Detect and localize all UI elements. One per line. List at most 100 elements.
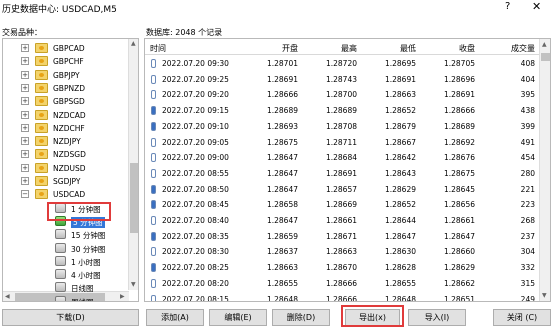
tree-timeframe-item[interactable]: 1 小时图: [3, 255, 129, 268]
bar-record-icon: [151, 278, 156, 288]
tree-folder[interactable]: + NZDJPY: [3, 135, 129, 148]
cell-vol: 249: [520, 294, 535, 302]
cell-close: 1.28692: [443, 137, 475, 147]
tree-vertical-scroll-thumb[interactable]: [130, 163, 138, 233]
expand-icon[interactable]: +: [21, 57, 29, 66]
history-data-table[interactable]: 时间 开盘 最高 最低 收盘 成交量 ▲ ▼ 2022.07.20 09:30 1.2870…: [144, 38, 551, 302]
table-row[interactable]: 2022.07.20 09:25 1.28691 1.28743 1.28691 1.2…: [145, 72, 540, 88]
tree-folder-label: GBPSGD: [53, 97, 85, 107]
folder-icon: [35, 136, 48, 147]
tree-folder-label: USDCAD: [53, 190, 86, 200]
cell-open: 1.28663: [266, 263, 298, 273]
cell-close: 1.28651: [443, 294, 475, 302]
table-row[interactable]: 2022.07.20 09:20 1.28666 1.28700 1.28663 1.2…: [145, 87, 540, 103]
table-row[interactable]: 2022.07.20 08:40 1.28647 1.28661 1.28644 1.2…: [145, 213, 540, 229]
header-high[interactable]: 最高: [301, 43, 357, 54]
tree-vertical-scrollbar[interactable]: ▲ ▼: [128, 39, 138, 290]
import-button[interactable]: 导入(I): [408, 309, 466, 326]
table-row[interactable]: 2022.07.20 09:30 1.28701 1.28720 1.28695 1.2…: [145, 56, 540, 72]
expand-icon[interactable]: +: [21, 83, 29, 92]
tree-timeframe-item[interactable]: 4 小时图: [3, 268, 129, 281]
download-button[interactable]: 下载(D): [2, 309, 139, 326]
tree-folder-label: GBPCAD: [53, 44, 85, 53]
expand-icon[interactable]: +: [21, 123, 29, 132]
tree-timeframe-item[interactable]: 日线图: [3, 281, 129, 294]
scroll-up-icon[interactable]: ▲: [542, 41, 547, 48]
table-row[interactable]: 2022.07.20 08:20 1.28655 1.28666 1.28655 1.2…: [145, 276, 540, 292]
bar-record-icon: [151, 137, 156, 147]
timeframe-icon: [55, 295, 66, 301]
highlight-box-5min: [47, 202, 111, 221]
cell-time: 2022.07.20 08:15: [162, 294, 229, 302]
tree-folder[interactable]: + GBPCAD: [3, 42, 129, 55]
table-row[interactable]: 2022.07.20 09:05 1.28675 1.28711 1.28667 1.2…: [145, 135, 540, 151]
header-open[interactable]: 开盘: [240, 43, 298, 54]
table-vertical-scrollbar[interactable]: ▲ ▼: [539, 39, 550, 301]
tree-folder[interactable]: + GBPJPY: [3, 69, 129, 82]
expand-icon[interactable]: +: [21, 110, 29, 119]
expand-icon[interactable]: +: [21, 137, 29, 146]
bar-record-icon: [151, 74, 156, 84]
table-row[interactable]: 2022.07.20 08:30 1.28637 1.28663 1.28630 1.2…: [145, 244, 540, 260]
edit-button[interactable]: 编辑(E): [209, 309, 267, 326]
cell-low: 1.28642: [384, 153, 416, 163]
expand-icon[interactable]: +: [21, 70, 29, 79]
tree-folder[interactable]: + GBPSGD: [3, 95, 129, 108]
expand-icon[interactable]: +: [21, 163, 29, 172]
expand-icon[interactable]: +: [21, 150, 29, 159]
cell-open: 1.28647: [266, 168, 298, 178]
tree-folder[interactable]: + GBPNZD: [3, 82, 129, 95]
tree-timeframe-item[interactable]: 周线图: [3, 295, 129, 301]
table-row[interactable]: 2022.07.20 09:10 1.28693 1.28708 1.28679 1.2…: [145, 119, 540, 135]
add-button[interactable]: 添加(A): [146, 309, 204, 326]
expand-icon[interactable]: +: [21, 97, 29, 106]
collapse-icon[interactable]: −: [21, 190, 29, 199]
cell-close: 1.28689: [443, 121, 475, 131]
cell-low: 1.28647: [384, 231, 416, 241]
cell-vol: 268: [520, 216, 535, 225]
table-row[interactable]: 2022.07.20 08:15 1.28648 1.28666 1.28648 1.2…: [145, 292, 540, 302]
table-row[interactable]: 2022.07.20 08:55 1.28647 1.28691 1.28643 1.2…: [145, 166, 540, 182]
tree-timeframe-label: 15 分钟图: [71, 231, 106, 241]
header-low[interactable]: 最低: [360, 43, 416, 54]
cell-close: 1.28696: [443, 74, 475, 84]
scroll-down-icon[interactable]: ▼: [542, 292, 547, 299]
cell-low: 1.28628: [384, 263, 416, 273]
bar-record-icon: [151, 294, 156, 301]
tree-folder-label: NZDSGD: [53, 150, 86, 160]
tree-folder[interactable]: − USDCAD: [3, 188, 129, 201]
header-close[interactable]: 收盘: [419, 43, 475, 54]
tree-folder[interactable]: + SGDJPY: [3, 175, 129, 188]
symbol-tree[interactable]: ▲ ▼ ◀ ▶ + GBPCAD + GBPCHF + GBPJPY + GBPNZD + GBP…: [2, 38, 139, 302]
expand-icon[interactable]: +: [21, 44, 29, 52]
cell-low: 1.28667: [384, 137, 416, 147]
expand-icon[interactable]: +: [21, 177, 29, 185]
close-button[interactable]: 关闭 (C): [493, 309, 551, 326]
cell-vol: 332: [520, 263, 535, 273]
scroll-down-icon[interactable]: ▼: [131, 281, 136, 288]
cell-close: 1.28675: [443, 168, 475, 178]
delete-button[interactable]: 删除(D): [272, 309, 330, 326]
tree-timeframe-item[interactable]: 30 分钟图: [3, 242, 129, 255]
cell-time: 2022.07.20 09:10: [162, 121, 229, 131]
tree-folder[interactable]: + NZDSGD: [3, 148, 129, 161]
table-row[interactable]: 2022.07.20 08:25 1.28663 1.28670 1.28628 1.2…: [145, 260, 540, 276]
table-row[interactable]: 2022.07.20 08:50 1.28647 1.28657 1.28629 1.2…: [145, 182, 540, 198]
header-time[interactable]: 时间: [150, 43, 210, 54]
tree-folder[interactable]: + NZDCHF: [3, 122, 129, 135]
close-window-button[interactable]: ✕: [532, 0, 541, 13]
table-vertical-scroll-thumb[interactable]: [541, 53, 550, 61]
table-row[interactable]: 2022.07.20 09:00 1.28647 1.28684 1.28642 1.2…: [145, 150, 540, 166]
header-volume[interactable]: 成交量: [478, 43, 535, 54]
folder-icon: [35, 149, 48, 160]
scroll-up-icon[interactable]: ▲: [131, 40, 136, 47]
tree-folder[interactable]: + NZDUSD: [3, 162, 129, 175]
table-row[interactable]: 2022.07.20 09:15 1.28689 1.28689 1.28652 1.2…: [145, 103, 540, 119]
table-row[interactable]: 2022.07.20 08:35 1.28659 1.28671 1.28647 1.2…: [145, 229, 540, 245]
tree-timeframe-item[interactable]: 15 分钟图: [3, 228, 129, 241]
table-row[interactable]: 2022.07.20 08:45 1.28658 1.28669 1.28652 1.2…: [145, 197, 540, 213]
tree-folder[interactable]: + GBPCHF: [3, 55, 129, 68]
help-button[interactable]: ?: [505, 1, 510, 12]
tree-folder[interactable]: + NZDCAD: [3, 109, 129, 122]
cell-close: 1.28676: [443, 153, 475, 163]
